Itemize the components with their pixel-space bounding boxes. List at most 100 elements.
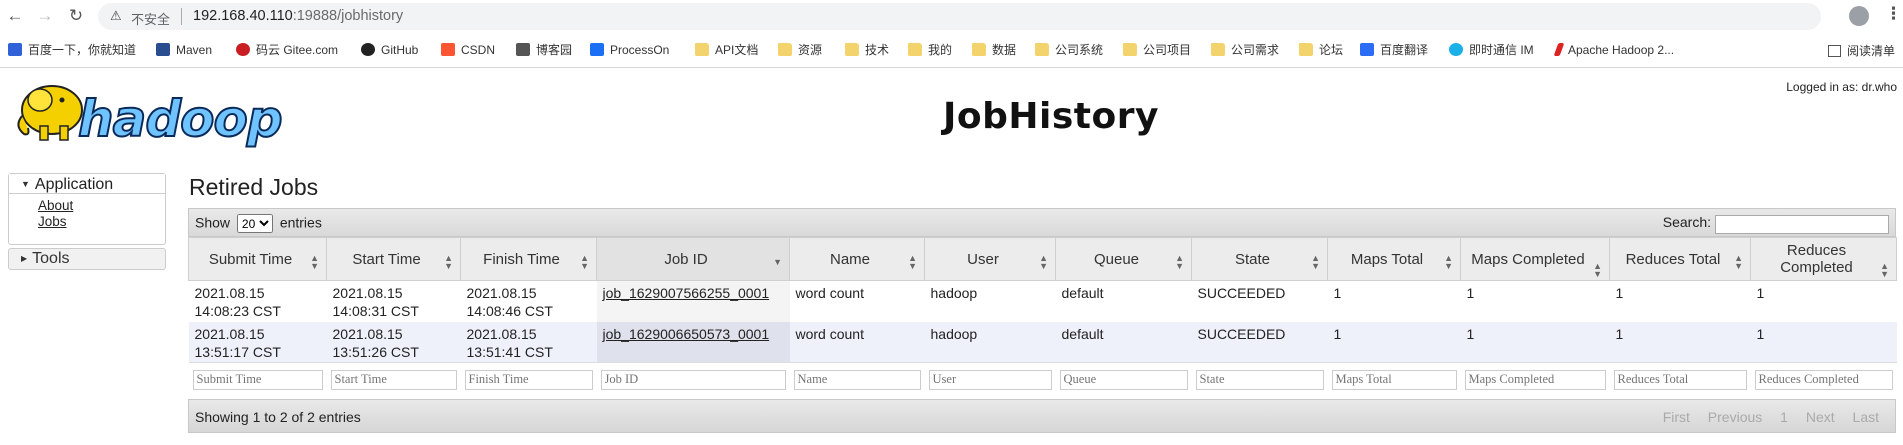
job-id-link[interactable]: job_1629006650573_0001 [603, 326, 770, 342]
bookmark-label: ProcessOn [610, 43, 670, 57]
profile-avatar[interactable] [1849, 6, 1869, 26]
filter-input-state[interactable] [1195, 369, 1324, 390]
back-icon[interactable]: ← [5, 6, 25, 26]
table-header-row: Submit Time ▲ ▼ Start Time ▲ ▼ Finish Time ▲ ▼… [188, 237, 1897, 281]
bookmark-hadoop[interactable]: Apache Hadoop 2... [1553, 42, 1674, 58]
bookmark-folder-data[interactable]: 数据 [972, 42, 1016, 58]
pager-last[interactable]: Last [1853, 409, 1879, 425]
sort-icon: ▲ ▼ [1880, 261, 1889, 279]
folder-icon [972, 43, 986, 56]
cell-finish-time: 2021.08.15 13:51:41 CST [460, 321, 597, 363]
cell-submit-time: 2021.08.15 13:51:17 CST [188, 321, 327, 363]
bookmark-im[interactable]: 即时通信 IM [1449, 42, 1534, 58]
pager-first[interactable]: First [1663, 409, 1690, 425]
github-icon [361, 43, 375, 56]
column-label: Reduces Completed [1780, 242, 1853, 276]
pager-next[interactable]: Next [1806, 409, 1835, 425]
table-row[interactable]: 2021.08.15 13:51:17 CST 2021.08.15 13:51… [188, 321, 1897, 363]
sort-desc-icon: ▼ [773, 257, 782, 267]
address-bar[interactable]: ⚠ 不安全 192.168.40.110:19888/jobhistory ☆ [98, 3, 1821, 30]
bookmark-gitee[interactable]: 码云 Gitee.com [236, 42, 338, 58]
filter-cell [1055, 362, 1192, 400]
bookmark-cnblogs[interactable]: 博客园 [516, 42, 572, 58]
column-header-state[interactable]: State ▲ ▼ [1191, 237, 1328, 281]
page-size-select[interactable]: 20 [236, 214, 273, 233]
bookmark-github[interactable]: GitHub [361, 42, 418, 58]
bookmark-folder-company-projects[interactable]: 公司项目 [1123, 42, 1191, 58]
cell-maps-completed: 1 [1460, 280, 1610, 322]
cell-user: hadoop [924, 321, 1056, 363]
folder-icon [1123, 43, 1137, 56]
cell-start-time: 2021.08.15 13:51:26 CST [326, 321, 461, 363]
filter-input-start-time[interactable] [330, 369, 457, 390]
column-label: Maps Total [1350, 250, 1424, 268]
cell-submit-time: 2021.08.15 14:08:23 CST [188, 280, 327, 322]
tools-nav[interactable]: ▶ Tools [8, 248, 166, 270]
cell-state: SUCCEEDED [1191, 280, 1328, 322]
bookmark-maven[interactable]: Maven [156, 42, 212, 58]
filter-cell [1750, 362, 1897, 400]
column-label: Finish Time [483, 250, 560, 268]
column-header-maps-total[interactable]: Maps Total ▲ ▼ [1327, 237, 1461, 281]
column-header-submit-time[interactable]: Submit Time ▲ ▼ [188, 237, 327, 281]
filter-input-maps-total[interactable] [1331, 369, 1457, 390]
bookmark-processon[interactable]: ProcessOn [590, 42, 669, 58]
bookmark-csdn[interactable]: CSDN [441, 42, 495, 58]
bookmark-label: API文档 [715, 43, 759, 57]
reading-list[interactable]: 阅读清单 [1828, 42, 1895, 59]
filter-input-user[interactable] [928, 369, 1052, 390]
bookmark-folder-company-systems[interactable]: 公司系统 [1035, 42, 1103, 58]
application-nav-header[interactable]: ▼ Application [9, 174, 165, 194]
column-header-finish-time[interactable]: Finish Time ▲ ▼ [460, 237, 597, 281]
filter-input-maps-completed[interactable] [1464, 369, 1606, 390]
warning-icon[interactable]: ⚠ [110, 8, 122, 24]
bookmark-folder-resources[interactable]: 资源 [778, 42, 822, 58]
column-header-user[interactable]: User ▲ ▼ [924, 237, 1056, 281]
filter-input-queue[interactable] [1059, 369, 1188, 390]
cell-reduces-completed: 1 [1750, 280, 1897, 322]
column-header-maps-completed[interactable]: Maps Completed ▲ ▼ [1460, 237, 1610, 281]
column-header-queue[interactable]: Queue ▲ ▼ [1055, 237, 1192, 281]
bookmark-label: 数据 [992, 43, 1017, 57]
nav-link-jobs[interactable]: Jobs [38, 214, 165, 230]
column-header-reduces-completed[interactable]: Reduces Completed ▲ ▼ [1750, 237, 1897, 281]
table-row[interactable]: 2021.08.15 14:08:23 CST 2021.08.15 14:08… [188, 280, 1897, 322]
column-header-job-id[interactable]: Job ID ▼ [596, 237, 790, 281]
bookmark-folder-tech[interactable]: 技术 [845, 42, 889, 58]
url-text[interactable]: 192.168.40.110:19888/jobhistory [193, 8, 403, 24]
cell-queue: default [1055, 321, 1192, 363]
job-id-link[interactable]: job_1629007566255_0001 [603, 285, 770, 301]
bookmark-folder-mine[interactable]: 我的 [908, 42, 952, 58]
bookmark-baidu[interactable]: 百度一下，你就知道 [8, 42, 136, 58]
bookmark-label: 码云 Gitee.com [256, 43, 339, 57]
column-header-reduces-total[interactable]: Reduces Total ▲ ▼ [1609, 237, 1751, 281]
cnblogs-icon [516, 43, 530, 56]
column-header-name[interactable]: Name ▲ ▼ [789, 237, 925, 281]
bookmark-label: 即时通信 IM [1469, 43, 1534, 57]
bookmark-folder-api[interactable]: API文档 [695, 42, 758, 58]
column-label: Start Time [352, 250, 421, 268]
pager-previous[interactable]: Previous [1708, 409, 1762, 425]
filter-input-job-id[interactable] [600, 369, 786, 390]
url-host: 192.168.40.110 [193, 8, 293, 24]
forward-icon[interactable]: → [35, 6, 55, 26]
filter-input-reduces-total[interactable] [1613, 369, 1747, 390]
pager-page-1[interactable]: 1 [1780, 409, 1788, 425]
sort-icon: ▲ ▼ [1444, 253, 1453, 271]
column-header-start-time[interactable]: Start Time ▲ ▼ [326, 237, 461, 281]
nav-link-about[interactable]: About [38, 198, 165, 214]
more-menu-icon[interactable]: ⋮ [1885, 4, 1902, 24]
search-input[interactable] [1715, 215, 1889, 234]
jobs-table: Submit Time ▲ ▼ Start Time ▲ ▼ Finish Time ▲ ▼… [188, 237, 1897, 400]
folder-icon [908, 43, 922, 56]
filter-input-submit-time[interactable] [192, 369, 323, 390]
bookmark-folder-forum[interactable]: 论坛 [1299, 42, 1343, 58]
bookmark-baidu-translate[interactable]: 百度翻译 [1360, 42, 1428, 58]
reload-icon[interactable]: ↻ [66, 6, 86, 26]
column-label: Name [829, 250, 870, 268]
filter-input-name[interactable] [793, 369, 921, 390]
bookmark-folder-company-requirements[interactable]: 公司需求 [1211, 42, 1279, 58]
hadoop-logo[interactable]: hadoop [10, 78, 310, 150]
filter-input-finish-time[interactable] [464, 369, 593, 390]
filter-input-reduces-completed[interactable] [1754, 369, 1893, 390]
